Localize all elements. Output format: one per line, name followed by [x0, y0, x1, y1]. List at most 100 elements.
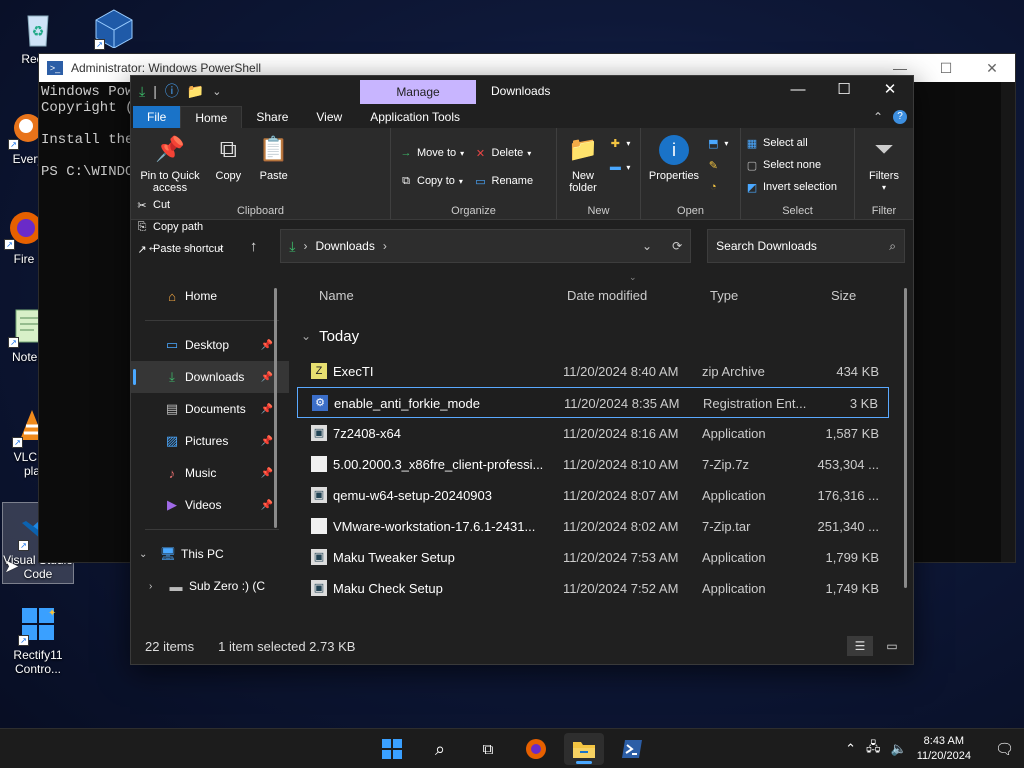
column-header-name[interactable]: Name [319, 288, 354, 303]
tab-home[interactable]: Home [180, 106, 243, 128]
new-folder-button[interactable]: 📁 New folder [561, 132, 605, 195]
copy-path-button[interactable]: ⎘ Copy path [135, 218, 223, 236]
chevron-right-icon[interactable]: › [149, 581, 167, 592]
file-row[interactable]: ▣ Maku Tweaker Setup 11/20/2024 7:53 AM App… [297, 542, 889, 573]
copy-to-button[interactable]: ⧉ Copy to ▾ [399, 172, 464, 190]
desktop-icon-virtualbox[interactable]: ↗ [78, 8, 150, 52]
up-button[interactable]: ↑ [239, 238, 268, 255]
properties-icon: i [658, 134, 690, 166]
navigation-pane[interactable]: ⌂ Home ▭ Desktop 📌 ⤓ Downloads 📌 ▤ Documents 📌 … [131, 272, 289, 628]
clock[interactable]: 8:43 AM 11/20/2024 [917, 734, 971, 764]
minimize-button[interactable]: — [877, 60, 923, 77]
tab-view[interactable]: View [302, 106, 356, 128]
search-button[interactable]: ⌕ [420, 733, 460, 765]
pin-icon[interactable]: 📌 [261, 436, 273, 447]
sidebar-item-downloads[interactable]: ⤓ Downloads 📌 [131, 361, 289, 393]
edit-button[interactable]: ✎ [706, 156, 728, 174]
taskbar-powershell[interactable] [612, 733, 652, 765]
file-row[interactable]: ▣ qemu-w64-setup-20240903 11/20/2024 8:07 … [297, 480, 889, 511]
file-explorer-window[interactable]: ⤓ | ⓘ 📁 ⌄ Manage Downloads — ☐ ✕ File Ho… [130, 75, 914, 665]
sidebar-item-home[interactable]: ⌂ Home [131, 280, 289, 312]
recycle-bin-icon: ♻ [18, 8, 58, 48]
pin-icon[interactable]: 📌 [261, 340, 273, 351]
close-button[interactable]: ✕ [867, 76, 913, 106]
open-button[interactable]: ⬒ ▾ [706, 134, 728, 152]
notification-center-button[interactable]: 🗨 [995, 740, 1014, 758]
paste-shortcut-button[interactable]: ↗ Paste shortcut [135, 240, 223, 258]
sidebar-item-this-pc[interactable]: ⌄ 🖥 This PC [131, 538, 289, 570]
rename-button[interactable]: ▭ Rename [474, 172, 533, 190]
network-icon[interactable]: 🖧 [866, 738, 881, 760]
easy-access-icon: ▬ [609, 161, 621, 173]
new-item-button[interactable]: ✚ ▾ [608, 134, 631, 152]
minimize-button[interactable]: — [775, 76, 821, 106]
file-row[interactable]: Z ExecTI 11/20/2024 8:40 AM zip Archive 434 … [297, 356, 889, 387]
group-header-today[interactable]: ⌄ Today [297, 316, 913, 356]
tab-manage[interactable]: Manage [360, 80, 476, 104]
file-list-scrollbar[interactable] [904, 288, 907, 588]
sidebar-item-drive-c[interactable]: › ▬ Sub Zero :) (C [131, 570, 289, 602]
search-input[interactable]: Search Downloads ⌕ [707, 229, 905, 263]
chevron-down-icon[interactable]: ⌄ [139, 549, 159, 560]
close-button[interactable]: ✕ [969, 60, 1015, 77]
show-hidden-icons-button[interactable]: ⌃ [845, 741, 856, 757]
maximize-button[interactable]: ☐ [821, 76, 867, 106]
taskbar-file-explorer[interactable] [564, 733, 604, 765]
sidebar-item-desktop[interactable]: ▭ Desktop 📌 [131, 329, 289, 361]
taskbar-firefox[interactable] [516, 733, 556, 765]
task-view-button[interactable]: ⧉ [468, 733, 508, 765]
pin-icon[interactable]: 📌 [261, 372, 273, 383]
copy-icon: ⧉ [219, 136, 237, 163]
sidebar-item-videos[interactable]: ▶ Videos 📌 [131, 489, 289, 521]
copy-button[interactable]: ⧉ Copy [208, 132, 248, 183]
tab-share[interactable]: Share [242, 106, 302, 128]
properties-button[interactable]: i Properties [645, 132, 703, 182]
column-header-date-modified[interactable]: Date modified [567, 288, 647, 303]
file-row[interactable]: ▣ Maku Check Setup 11/20/2024 7:52 AM Appli… [297, 573, 889, 604]
explorer-titlebar[interactable]: ⤓ | ⓘ 📁 ⌄ Manage Downloads — ☐ ✕ [131, 76, 913, 106]
breadcrumb-downloads[interactable]: Downloads [315, 239, 374, 253]
address-bar[interactable]: ⤓ › Downloads › ⌄ ⟳ [280, 229, 692, 263]
select-all-button[interactable]: ▦ Select all [745, 134, 837, 152]
start-button[interactable] [372, 733, 412, 765]
maximize-button[interactable]: ☐ [923, 60, 969, 77]
large-icons-view-button[interactable]: ▭ [879, 636, 905, 656]
column-header-size[interactable]: Size [831, 288, 856, 303]
sidebar-item-documents[interactable]: ▤ Documents 📌 [131, 393, 289, 425]
file-row[interactable]: 5.00.2000.3_x86fre_client-professi... 11/… [297, 449, 889, 480]
sidebar-item-pictures[interactable]: ▨ Pictures 📌 [131, 425, 289, 457]
select-none-button[interactable]: ▢ Select none [745, 156, 837, 174]
invert-selection-button[interactable]: ◩ Invert selection [745, 178, 837, 196]
history-button[interactable]: ◔ [706, 178, 728, 196]
tab-application-tools[interactable]: Application Tools [356, 106, 474, 128]
file-row[interactable]: ⚙ enable_anti_forkie_mode 11/20/2024 8:35 … [297, 387, 889, 418]
desktop-icon-rectify11[interactable]: ✦ ↗ Rectify11 Contro... [2, 604, 74, 676]
help-icon[interactable]: ? [893, 110, 907, 124]
file-name: VMware-workstation-17.6.1-2431... [333, 519, 536, 534]
column-header-type[interactable]: Type [710, 288, 738, 303]
pin-icon[interactable]: 📌 [261, 500, 273, 511]
pin-to-quick-access-button[interactable]: 📌 Pin to Quick access [135, 132, 205, 195]
file-row[interactable]: ▣ 7z2408-x64 11/20/2024 8:16 AM Application… [297, 418, 889, 449]
paste-button[interactable]: 📋 Paste [252, 132, 296, 183]
sidebar-item-music[interactable]: ♪ Music 📌 [131, 457, 289, 489]
volume-icon[interactable]: 🔈 [891, 741, 907, 757]
address-history-dropdown[interactable]: ⌄ [642, 239, 652, 253]
console-scrollbar[interactable] [1001, 82, 1015, 562]
refresh-button[interactable]: ⟳ [672, 239, 682, 253]
details-view-button[interactable]: ☰ [847, 636, 873, 656]
collapse-ribbon-icon[interactable]: ⌃ [873, 110, 883, 124]
move-to-button[interactable]: → Move to ▾ [399, 144, 465, 162]
properties-icon[interactable]: ⓘ [165, 81, 179, 101]
pin-icon[interactable]: 📌 [261, 404, 273, 415]
pin-icon[interactable]: 📌 [261, 468, 273, 479]
new-folder-icon[interactable]: 📁 [187, 83, 204, 100]
delete-button[interactable]: ✕ Delete ▾ [474, 144, 534, 162]
file-row[interactable]: VMware-workstation-17.6.1-2431... 11/20/2… [297, 511, 889, 542]
nav-pane-scrollbar[interactable] [274, 288, 277, 528]
file-list[interactable]: Name Date modified ⌄ Type Size ⌄ Today Z… [289, 272, 913, 628]
customize-quick-access-icon[interactable]: ⌄ [212, 85, 221, 98]
filters-button[interactable]: ⏷ Filters ▾ [859, 132, 909, 194]
easy-access-button[interactable]: ▬ ▾ [608, 158, 631, 176]
tab-file[interactable]: File [133, 106, 181, 128]
